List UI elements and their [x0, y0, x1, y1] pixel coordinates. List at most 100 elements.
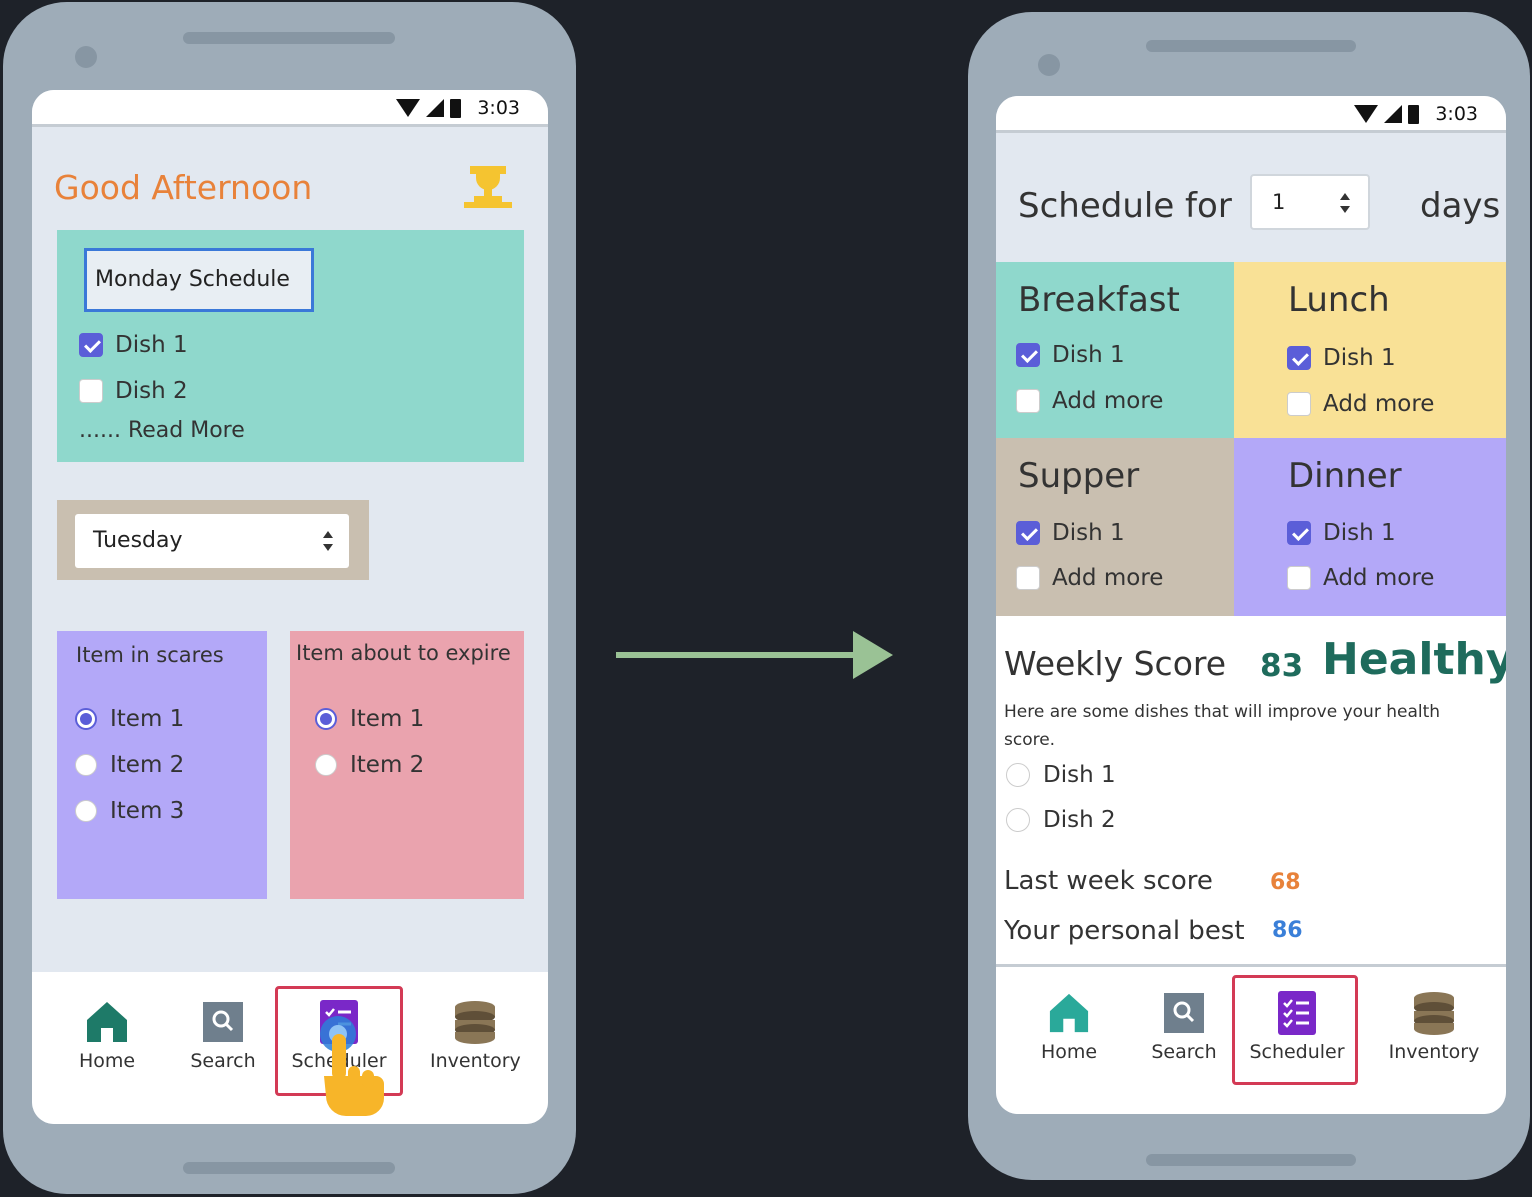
- front-camera: [1038, 54, 1060, 76]
- bottom-nav: Home Search Scheduler: [32, 972, 548, 1124]
- expire-card-title: Item about to expire: [296, 641, 511, 665]
- suggested-dish-option[interactable]: Dish 2: [1006, 807, 1116, 833]
- checkbox-checked[interactable]: [79, 333, 103, 357]
- status-divider: [32, 124, 548, 127]
- radio-option[interactable]: Item 1: [75, 706, 184, 732]
- signal-icon: [1384, 105, 1403, 123]
- front-camera: [75, 46, 97, 68]
- checkbox-checked[interactable]: [1287, 346, 1311, 370]
- right-phone-frame: 3:03 Schedule for 1 days Breakfast Dish …: [968, 12, 1530, 1180]
- radio-unselected[interactable]: [75, 754, 97, 776]
- dish-label: Dish 1: [1323, 520, 1396, 546]
- dish-checkbox-row[interactable]: Dish 1: [79, 332, 188, 358]
- radio-selected[interactable]: [75, 708, 97, 730]
- transition-arrow-line: [616, 652, 858, 658]
- checkbox-checked[interactable]: [1016, 343, 1040, 367]
- add-more-row[interactable]: Add more: [1016, 565, 1163, 591]
- radio-unselected[interactable]: [315, 754, 337, 776]
- radio-label: Item 1: [350, 706, 425, 732]
- nav-label: Home: [78, 1050, 136, 1072]
- checkbox-unchecked[interactable]: [79, 379, 103, 403]
- dish-checkbox-row[interactable]: Dish 2: [79, 378, 188, 404]
- nav-inventory[interactable]: Inventory: [430, 1000, 521, 1072]
- nav-search[interactable]: Search: [1148, 991, 1220, 1063]
- dish-label: Dish 2: [115, 378, 188, 404]
- checkbox-unchecked[interactable]: [1287, 566, 1311, 590]
- radio-option[interactable]: Item 2: [75, 752, 184, 778]
- battery-icon: [450, 98, 462, 118]
- meal-title: Breakfast: [1018, 280, 1180, 320]
- status-time: 3:03: [1435, 103, 1478, 125]
- nav-home[interactable]: Home: [72, 1000, 142, 1072]
- add-more-label: Add more: [1052, 565, 1164, 591]
- nav-label: Search: [1151, 1041, 1217, 1063]
- dish-label: Dish 1: [1052, 520, 1125, 546]
- meal-dish-row[interactable]: Dish 1: [1016, 342, 1125, 368]
- weekly-score-section: Weekly Score 83 Healthy Here are some di…: [996, 616, 1506, 964]
- dish-label: Dish 1: [115, 332, 188, 358]
- search-icon: [203, 1002, 243, 1042]
- battery-icon: [1408, 104, 1420, 124]
- meal-dish-row[interactable]: Dish 1: [1287, 520, 1396, 546]
- meal-dish-row[interactable]: Dish 1: [1287, 345, 1396, 371]
- radio-unselected[interactable]: [1006, 808, 1030, 832]
- speaker-grille: [183, 32, 395, 44]
- suggested-dish-option[interactable]: Dish 1: [1006, 762, 1116, 788]
- radio-unselected[interactable]: [1006, 763, 1030, 787]
- add-more-row[interactable]: Add more: [1287, 565, 1434, 591]
- read-more-link[interactable]: ...... Read More: [79, 418, 245, 443]
- days-number-value: 1: [1272, 190, 1286, 214]
- trophy-icon[interactable]: [464, 162, 512, 210]
- checkbox-checked[interactable]: [1287, 521, 1311, 545]
- status-divider: [996, 130, 1506, 133]
- checkbox-unchecked[interactable]: [1016, 566, 1040, 590]
- items-expire-card: Item about to expire Item 1 Item 2: [290, 631, 524, 899]
- meal-title: Dinner: [1288, 456, 1402, 496]
- scarce-card-title: Item in scares: [76, 643, 224, 667]
- health-status: Healthy: [1322, 634, 1506, 685]
- meal-dish-row[interactable]: Dish 1: [1016, 520, 1125, 546]
- nav-inventory[interactable]: Inventory: [1384, 991, 1484, 1063]
- nav-home[interactable]: Home: [1034, 991, 1104, 1063]
- days-number-input[interactable]: 1: [1250, 174, 1370, 230]
- radio-option[interactable]: Item 2: [315, 752, 424, 778]
- add-more-row[interactable]: Add more: [1287, 391, 1434, 417]
- monday-schedule-title[interactable]: Monday Schedule: [84, 248, 314, 312]
- status-time: 3:03: [477, 97, 520, 119]
- inventory-icon: [455, 1001, 495, 1044]
- wifi-icon: [396, 99, 421, 117]
- checkbox-unchecked[interactable]: [1016, 389, 1040, 413]
- add-more-label: Add more: [1052, 388, 1164, 414]
- selected-nav-highlight: [1232, 975, 1358, 1085]
- status-bar: 3:03: [32, 90, 548, 127]
- search-icon: [1164, 993, 1204, 1033]
- signal-icon: [426, 99, 445, 117]
- tap-hand-icon: [320, 1016, 384, 1116]
- weekly-score-value: 83: [1260, 648, 1304, 684]
- dish-label: Dish 1: [1052, 342, 1125, 368]
- home-icon: [87, 1002, 127, 1042]
- items-scarce-card: Item in scares Item 1 Item 2 Item 3: [57, 631, 267, 899]
- transition-arrow-head: [853, 631, 893, 679]
- nav-search[interactable]: Search: [188, 1000, 258, 1072]
- add-more-row[interactable]: Add more: [1016, 388, 1163, 414]
- day-select-container: Tuesday: [57, 500, 369, 580]
- checkbox-unchecked[interactable]: [1287, 392, 1311, 416]
- greeting-text: Good Afternoon: [54, 168, 313, 207]
- meal-card-dinner: Dinner Dish 1 Add more: [1234, 438, 1506, 616]
- radio-option[interactable]: Item 3: [75, 798, 184, 824]
- right-screen: 3:03 Schedule for 1 days Breakfast Dish …: [996, 96, 1506, 1114]
- personal-best-label: Your personal best: [1004, 916, 1245, 946]
- nav-label: Inventory: [430, 1050, 521, 1072]
- left-screen: 3:03 Good Afternoon Monday Schedule Dish…: [32, 90, 548, 1124]
- checkbox-checked[interactable]: [1016, 521, 1040, 545]
- radio-label: Item 2: [350, 752, 425, 778]
- day-select[interactable]: Tuesday: [75, 514, 349, 568]
- monday-schedule-card: Monday Schedule Dish 1 Dish 2 ...... Rea…: [57, 230, 524, 462]
- add-more-label: Add more: [1323, 565, 1435, 591]
- personal-best-value: 86: [1272, 918, 1303, 943]
- radio-unselected[interactable]: [75, 800, 97, 822]
- radio-option[interactable]: Item 1: [315, 706, 424, 732]
- suggested-dish-label: Dish 1: [1043, 762, 1116, 788]
- radio-selected[interactable]: [315, 708, 337, 730]
